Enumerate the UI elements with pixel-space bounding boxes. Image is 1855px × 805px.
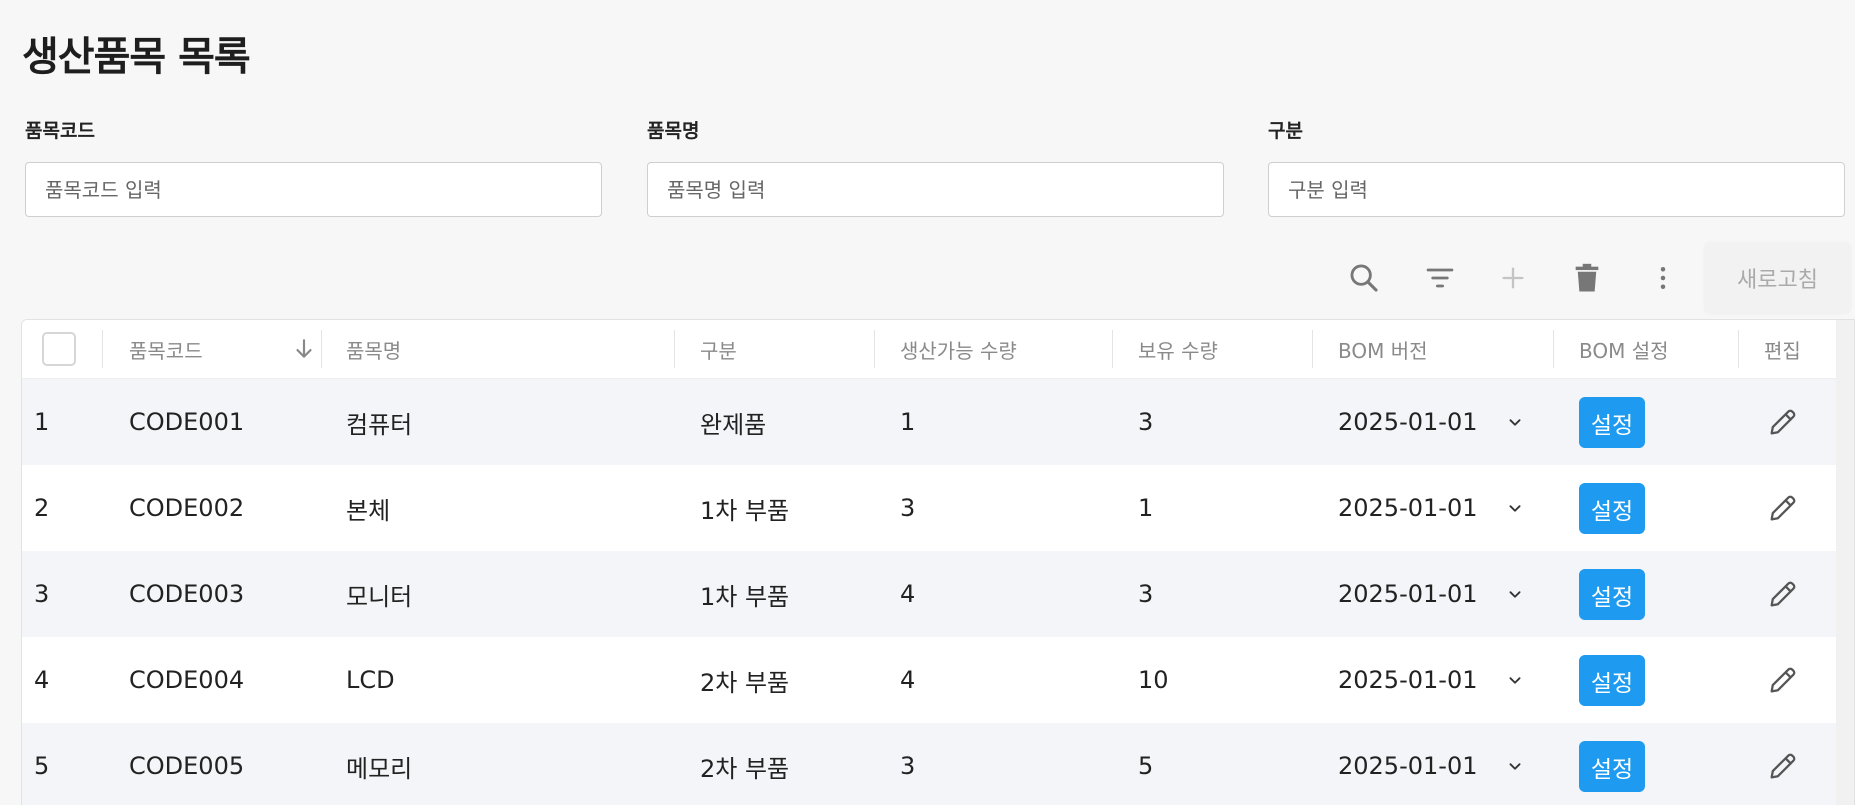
header-item-code[interactable]: 품목코드 bbox=[129, 320, 203, 378]
category-cell: 완제품 bbox=[700, 410, 767, 439]
chevron-down-icon[interactable] bbox=[1504, 669, 1526, 691]
table-row[interactable]: 4 CODE004 LCD 2차 부품 4 10 2025-01-01 설정 bbox=[22, 637, 1854, 723]
filter-item-code: 품목코드 bbox=[25, 116, 602, 217]
row-number: 5 bbox=[34, 752, 50, 780]
bom-version-cell[interactable]: 2025-01-01 bbox=[1338, 637, 1477, 723]
category-cell: 2차 부품 bbox=[700, 754, 790, 783]
item-name-cell: 메모리 bbox=[346, 754, 413, 783]
chevron-down-icon[interactable] bbox=[1504, 583, 1526, 605]
filter-item-name: 품목명 bbox=[647, 116, 1224, 217]
filter-icon bbox=[1426, 268, 1454, 288]
pencil-icon[interactable] bbox=[1766, 577, 1800, 611]
item-code-cell: CODE003 bbox=[129, 580, 245, 608]
header-bom-version[interactable]: BOM 버전 bbox=[1338, 320, 1428, 378]
add-icon bbox=[1502, 267, 1524, 289]
select-all-checkbox[interactable] bbox=[42, 332, 76, 366]
bom-setting-button[interactable]: 설정 bbox=[1579, 569, 1645, 620]
bom-setting-button[interactable]: 설정 bbox=[1579, 397, 1645, 448]
column-divider bbox=[1312, 330, 1313, 368]
item-table: 품목코드 품목명 구분 생산가능 수량 보유 수량 BOM 버전 BOM 설정 … bbox=[21, 319, 1855, 805]
chevron-down-icon[interactable] bbox=[1504, 411, 1526, 433]
delete-button[interactable] bbox=[1559, 243, 1615, 313]
category-cell: 2차 부품 bbox=[700, 668, 790, 697]
producible-qty-cell: 3 bbox=[900, 494, 916, 522]
pencil-icon[interactable] bbox=[1766, 405, 1800, 439]
bom-version-cell[interactable]: 2025-01-01 bbox=[1338, 465, 1477, 551]
row-number: 2 bbox=[34, 494, 50, 522]
header-item-name[interactable]: 품목명 bbox=[346, 320, 401, 378]
table-row[interactable]: 2 CODE002 본체 1차 부품 3 1 2025-01-01 설정 bbox=[22, 465, 1854, 551]
item-name-cell: 컴퓨터 bbox=[346, 410, 413, 439]
item-name-cell: LCD bbox=[346, 666, 395, 694]
category-cell: 1차 부품 bbox=[700, 582, 790, 611]
category-label: 구분 bbox=[1268, 120, 1303, 142]
column-divider bbox=[674, 330, 675, 368]
add-button[interactable] bbox=[1485, 243, 1541, 313]
filter-category: 구분 bbox=[1268, 116, 1845, 217]
column-divider bbox=[102, 330, 103, 368]
item-code-label: 품목코드 bbox=[25, 120, 95, 142]
refresh-button[interactable]: 새로고침 bbox=[1705, 243, 1850, 313]
chevron-down-icon[interactable] bbox=[1504, 755, 1526, 777]
header-edit[interactable]: 편집 bbox=[1764, 320, 1801, 378]
header-category[interactable]: 구분 bbox=[700, 320, 737, 378]
header-stock-qty[interactable]: 보유 수량 bbox=[1138, 320, 1218, 378]
producible-qty-cell: 4 bbox=[900, 580, 916, 608]
pencil-icon[interactable] bbox=[1766, 749, 1800, 783]
bom-version-cell[interactable]: 2025-01-01 bbox=[1338, 723, 1477, 805]
delete-icon bbox=[1575, 263, 1599, 292]
search-icon bbox=[1350, 264, 1378, 292]
column-divider bbox=[321, 330, 322, 368]
column-divider bbox=[1738, 330, 1739, 368]
item-name-cell: 본체 bbox=[346, 496, 391, 525]
table-row[interactable]: 3 CODE003 모니터 1차 부품 4 3 2025-01-01 설정 bbox=[22, 551, 1854, 637]
header-producible-qty[interactable]: 생산가능 수량 bbox=[900, 320, 1017, 378]
category-input[interactable] bbox=[1268, 162, 1845, 217]
row-number: 4 bbox=[34, 666, 50, 694]
toolbar: 새로고침 bbox=[0, 243, 1855, 313]
pencil-icon[interactable] bbox=[1766, 663, 1800, 697]
row-number: 1 bbox=[34, 408, 50, 436]
column-divider bbox=[1112, 330, 1113, 368]
arrow-down-icon[interactable] bbox=[291, 336, 317, 362]
stock-qty-cell: 5 bbox=[1138, 752, 1154, 780]
item-name-label: 품목명 bbox=[647, 120, 700, 142]
bom-version-cell[interactable]: 2025-01-01 bbox=[1338, 551, 1477, 637]
item-code-cell: CODE002 bbox=[129, 494, 245, 522]
stock-qty-cell: 10 bbox=[1138, 666, 1169, 694]
category-cell: 1차 부품 bbox=[700, 496, 790, 525]
chevron-down-icon[interactable] bbox=[1504, 497, 1526, 519]
producible-qty-cell: 3 bbox=[900, 752, 916, 780]
row-number: 3 bbox=[34, 580, 50, 608]
stock-qty-cell: 3 bbox=[1138, 408, 1154, 436]
bom-version-cell[interactable]: 2025-01-01 bbox=[1338, 379, 1477, 465]
item-name-input[interactable] bbox=[647, 162, 1224, 217]
producible-qty-cell: 4 bbox=[900, 666, 916, 694]
bom-setting-button[interactable]: 설정 bbox=[1579, 741, 1645, 792]
pencil-icon[interactable] bbox=[1766, 491, 1800, 525]
item-code-cell: CODE001 bbox=[129, 408, 245, 436]
column-divider bbox=[1553, 330, 1554, 368]
more-vertical-icon bbox=[1660, 267, 1666, 289]
table-row[interactable]: 5 CODE005 메모리 2차 부품 3 5 2025-01-01 설정 bbox=[22, 723, 1854, 805]
producible-qty-cell: 1 bbox=[900, 408, 916, 436]
header-bom-setting[interactable]: BOM 설정 bbox=[1579, 320, 1669, 378]
filter-button[interactable] bbox=[1412, 243, 1468, 313]
bom-setting-button[interactable]: 설정 bbox=[1579, 655, 1645, 706]
item-code-input[interactable] bbox=[25, 162, 602, 217]
item-name-cell: 모니터 bbox=[346, 582, 413, 611]
more-button[interactable] bbox=[1635, 243, 1691, 313]
page-title: 생산품목 목록 bbox=[22, 34, 251, 80]
vertical-scrollbar[interactable] bbox=[1836, 320, 1854, 805]
item-code-cell: CODE005 bbox=[129, 752, 245, 780]
item-code-cell: CODE004 bbox=[129, 666, 245, 694]
column-divider bbox=[874, 330, 875, 368]
stock-qty-cell: 1 bbox=[1138, 494, 1154, 522]
search-button[interactable] bbox=[1336, 243, 1392, 313]
table-header: 품목코드 품목명 구분 생산가능 수량 보유 수량 BOM 버전 BOM 설정 … bbox=[22, 320, 1854, 379]
stock-qty-cell: 3 bbox=[1138, 580, 1154, 608]
table-row[interactable]: 1 CODE001 컴퓨터 완제품 1 3 2025-01-01 설정 bbox=[22, 379, 1854, 465]
bom-setting-button[interactable]: 설정 bbox=[1579, 483, 1645, 534]
